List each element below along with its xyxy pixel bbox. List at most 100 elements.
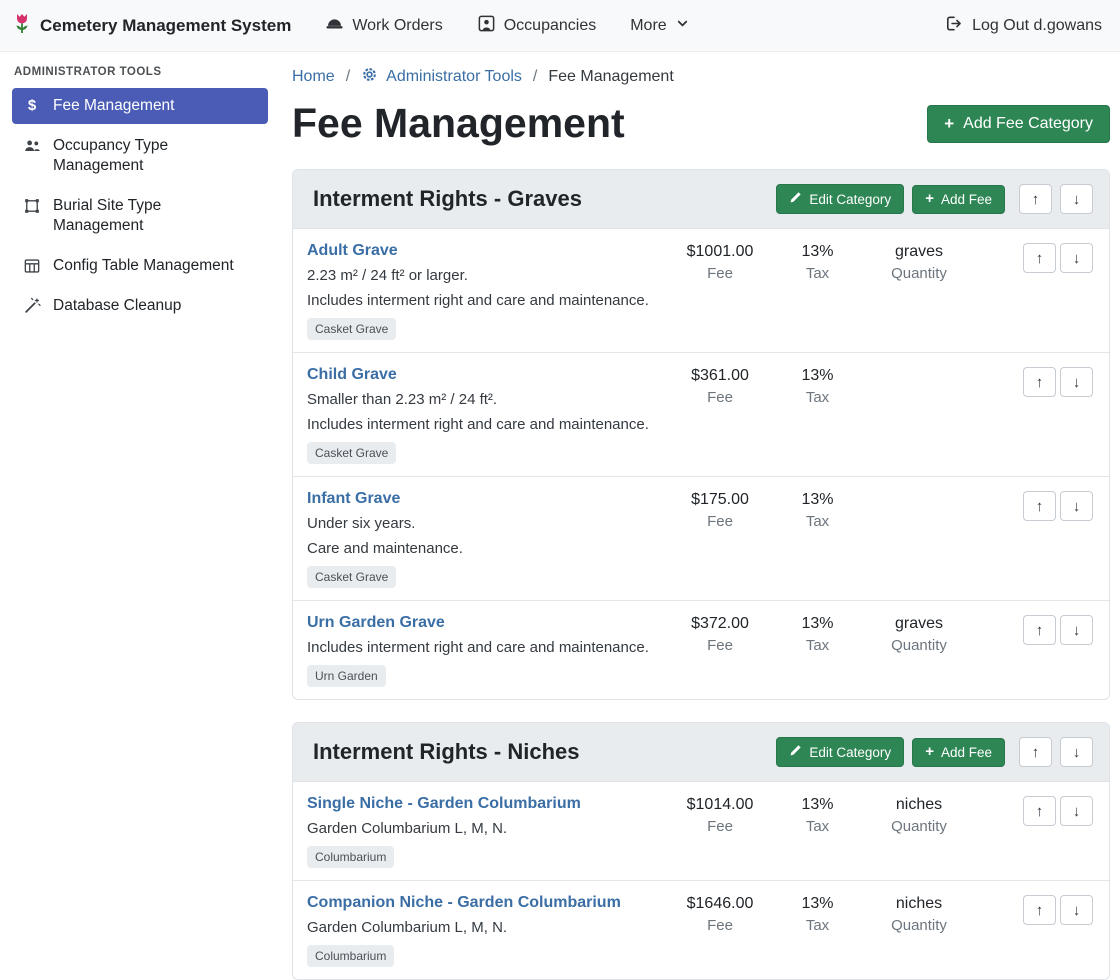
move-fee-up-button[interactable]: ↑ xyxy=(1023,796,1056,826)
navbar-links: Work Orders Occupancies More xyxy=(325,14,689,38)
fee-name-link[interactable]: Child Grave xyxy=(307,366,397,384)
breadcrumb-admin-tools-link[interactable]: Administrator Tools xyxy=(361,66,522,88)
fee-quantity-column xyxy=(865,490,973,495)
category-header: Interment Rights - Niches Edit Category … xyxy=(293,723,1109,782)
fee-name-link[interactable]: Single Niche - Garden Columbarium xyxy=(307,795,581,813)
fee-type-badge: Casket Grave xyxy=(307,318,396,340)
fee-row: Single Niche - Garden Columbarium Garden… xyxy=(293,782,1109,881)
category-card-graves: Interment Rights - Graves Edit Category … xyxy=(292,169,1110,700)
fee-name-link[interactable]: Infant Grave xyxy=(307,490,400,508)
breadcrumb-current: Fee Management xyxy=(548,68,673,86)
top-navbar: Cemetery Management System Work Orders O… xyxy=(0,0,1120,52)
nav-more[interactable]: More xyxy=(630,16,689,36)
fee-tax-label: Tax xyxy=(770,818,865,835)
move-fee-down-button[interactable]: ↓ xyxy=(1060,615,1093,645)
fee-amount-label: Fee xyxy=(670,265,770,282)
add-fee-category-label: Add Fee Category xyxy=(963,115,1093,133)
app-brand-link[interactable]: Cemetery Management System xyxy=(12,11,291,40)
fee-row: Companion Niche - Garden Columbarium Gar… xyxy=(293,881,1109,979)
sidebar-item-database-cleanup[interactable]: Database Cleanup xyxy=(12,288,268,324)
fee-row: Adult Grave 2.23 m² / 24 ft² or larger. … xyxy=(293,229,1109,353)
fee-amount: $372.00 xyxy=(670,615,770,633)
fee-amount: $1001.00 xyxy=(670,243,770,261)
fee-tax-label: Tax xyxy=(770,917,865,934)
fee-quantity-column: graves Quantity xyxy=(865,242,973,282)
nav-occupancies[interactable]: Occupancies xyxy=(477,14,597,38)
move-fee-up-button[interactable]: ↑ xyxy=(1023,615,1056,645)
move-category-up-button[interactable]: ↑ xyxy=(1019,184,1052,214)
fee-tax: 13% xyxy=(770,895,865,913)
fee-tax-label: Tax xyxy=(770,389,865,406)
edit-category-button[interactable]: Edit Category xyxy=(776,184,904,214)
fee-row: Infant Grave Under six years. Care and m… xyxy=(293,477,1109,601)
fee-tax-label: Tax xyxy=(770,265,865,282)
fee-amount-label: Fee xyxy=(670,513,770,530)
move-fee-up-button[interactable]: ↑ xyxy=(1023,895,1056,925)
fee-description: Includes interment right and care and ma… xyxy=(307,639,664,656)
move-category-up-button[interactable]: ↑ xyxy=(1019,737,1052,767)
fee-type-badge: Casket Grave xyxy=(307,566,396,588)
fee-description: Garden Columbarium L, M, N. xyxy=(307,919,664,936)
sidebar-item-label: Occupancy Type Management xyxy=(53,136,243,176)
fee-quantity: graves xyxy=(865,615,973,633)
add-fee-button[interactable]: + Add Fee xyxy=(912,738,1005,767)
sidebar-list: $ Fee Management Occupancy Type Manageme… xyxy=(12,88,268,324)
sidebar-item-config-table-management[interactable]: Config Table Management xyxy=(12,248,268,284)
category-title: Interment Rights - Niches xyxy=(313,739,768,765)
fee-amount: $361.00 xyxy=(670,367,770,385)
move-fee-down-button[interactable]: ↓ xyxy=(1060,367,1093,397)
fee-amount-label: Fee xyxy=(670,917,770,934)
fee-quantity-label: Quantity xyxy=(865,818,973,835)
logout-link[interactable]: Log Out d.gowans xyxy=(944,14,1102,38)
add-fee-category-button[interactable]: + Add Fee Category xyxy=(927,105,1110,143)
sidebar-item-occupancy-type-management[interactable]: Occupancy Type Management xyxy=(12,128,268,184)
fee-quantity-label: Quantity xyxy=(865,917,973,934)
fee-quantity: niches xyxy=(865,796,973,814)
fee-amount: $1014.00 xyxy=(670,796,770,814)
fee-amount-column: $1001.00 Fee xyxy=(670,242,770,282)
fee-quantity-label: Quantity xyxy=(865,637,973,654)
move-fee-down-button[interactable]: ↓ xyxy=(1060,491,1093,521)
dollar-icon: $ xyxy=(22,97,42,115)
fee-tax-column: 13% Tax xyxy=(770,614,865,654)
fee-tax-column: 13% Tax xyxy=(770,795,865,835)
category-header: Interment Rights - Graves Edit Category … xyxy=(293,170,1109,229)
move-fee-down-button[interactable]: ↓ xyxy=(1060,895,1093,925)
tulip-logo-icon xyxy=(12,11,32,40)
fee-name-link[interactable]: Companion Niche - Garden Columbarium xyxy=(307,894,621,912)
move-fee-down-button[interactable]: ↓ xyxy=(1060,796,1093,826)
fee-tax-column: 13% Tax xyxy=(770,366,865,406)
sidebar-item-fee-management[interactable]: $ Fee Management xyxy=(12,88,268,124)
table-icon xyxy=(22,257,42,275)
gear-icon xyxy=(361,66,378,88)
move-fee-up-button[interactable]: ↑ xyxy=(1023,367,1056,397)
sidebar-item-burial-site-type-management[interactable]: Burial Site Type Management xyxy=(12,188,268,244)
fee-row: Urn Garden Grave Includes interment righ… xyxy=(293,601,1109,699)
fee-name-link[interactable]: Urn Garden Grave xyxy=(307,614,445,632)
breadcrumb-separator: / xyxy=(346,68,350,86)
fee-description: Under six years. xyxy=(307,515,664,532)
fee-description: Includes interment right and care and ma… xyxy=(307,416,664,433)
plus-icon: + xyxy=(944,117,954,131)
move-fee-down-button[interactable]: ↓ xyxy=(1060,243,1093,273)
fee-tax-column: 13% Tax xyxy=(770,242,865,282)
plus-icon: + xyxy=(925,192,934,206)
sidebar: ADMINISTRATOR TOOLS $ Fee Management Occ… xyxy=(0,52,280,939)
add-fee-button[interactable]: + Add Fee xyxy=(912,185,1005,214)
app-brand-label: Cemetery Management System xyxy=(40,16,291,36)
fee-quantity: graves xyxy=(865,243,973,261)
fee-amount-column: $372.00 Fee xyxy=(670,614,770,654)
nav-work-orders-label: Work Orders xyxy=(352,17,442,35)
move-fee-up-button[interactable]: ↑ xyxy=(1023,243,1056,273)
move-category-down-button[interactable]: ↓ xyxy=(1060,737,1093,767)
move-fee-up-button[interactable]: ↑ xyxy=(1023,491,1056,521)
fee-name-link[interactable]: Adult Grave xyxy=(307,242,398,260)
move-category-down-button[interactable]: ↓ xyxy=(1060,184,1093,214)
fee-tax: 13% xyxy=(770,615,865,633)
breadcrumb: Home / Administrator Tools / Fee Managem… xyxy=(292,66,1110,88)
nav-work-orders[interactable]: Work Orders xyxy=(325,14,442,38)
bounding-box-icon xyxy=(22,197,42,215)
fee-quantity-column xyxy=(865,366,973,371)
breadcrumb-home-link[interactable]: Home xyxy=(292,68,335,86)
edit-category-button[interactable]: Edit Category xyxy=(776,737,904,767)
